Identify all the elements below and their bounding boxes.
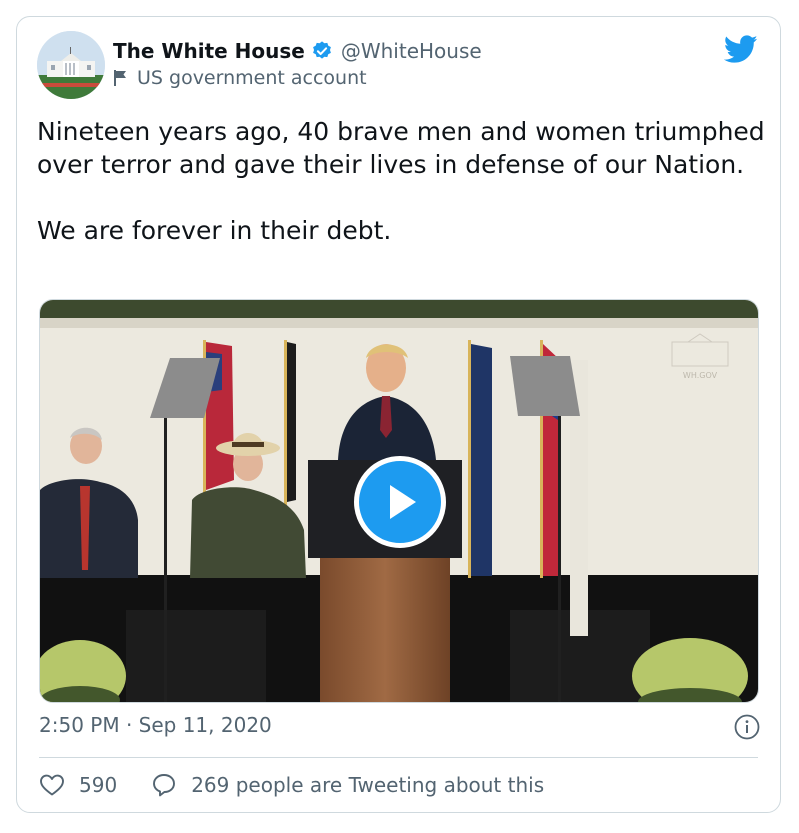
tweeting-about-text: 269 people are Tweeting about this [191, 773, 545, 797]
flag-icon [113, 69, 129, 87]
divider [39, 757, 758, 758]
like-action[interactable]: 590 [39, 773, 151, 797]
speech-bubble-icon [153, 774, 176, 797]
verified-badge-icon [311, 40, 333, 62]
play-button[interactable] [354, 456, 446, 548]
engagement-row: 590 269 people are Tweeting about this [39, 772, 544, 798]
tweet-card[interactable]: The White House @WhiteHouse US governmen… [16, 16, 781, 813]
account-label-row: US government account [113, 67, 367, 89]
play-icon [390, 485, 416, 519]
tweet-text: Nineteen years ago, 40 brave men and wom… [37, 117, 765, 245]
author-display-name[interactable]: The White House [113, 39, 305, 63]
info-icon[interactable] [734, 714, 760, 740]
author-name-row: The White House @WhiteHouse [113, 39, 482, 63]
white-house-avatar-image [37, 31, 105, 99]
video-watermark: WH.GOV [683, 371, 718, 380]
tweeting-about-action[interactable]: 269 people are Tweeting about this [151, 772, 544, 798]
twitter-bird-icon[interactable] [723, 35, 758, 65]
video-player[interactable]: WH.GOV [39, 299, 759, 703]
heart-icon [40, 774, 64, 796]
like-count: 590 [79, 773, 118, 797]
account-label: US government account [137, 67, 367, 89]
author-handle[interactable]: @WhiteHouse [341, 39, 482, 63]
tweet-timestamp[interactable]: 2:50 PM · Sep 11, 2020 [39, 713, 272, 737]
avatar[interactable] [37, 31, 105, 99]
